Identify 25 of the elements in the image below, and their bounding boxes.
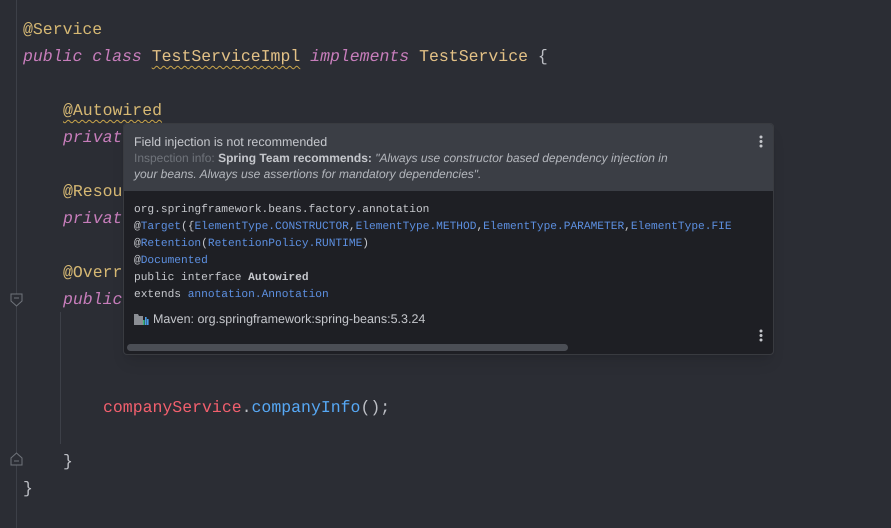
code-line: privat	[63, 127, 122, 149]
more-options-icon[interactable]	[759, 135, 763, 148]
code-line: @Autowired	[63, 100, 162, 122]
code-line: public	[63, 289, 122, 311]
code-line: @Resou	[63, 181, 122, 203]
fold-icon[interactable]	[10, 452, 23, 466]
code-line: privat	[63, 208, 122, 230]
library-icon	[134, 312, 149, 326]
more-options-icon[interactable]	[759, 329, 763, 342]
code-line: @Overr	[63, 262, 122, 284]
fold-icon[interactable]	[10, 293, 23, 307]
doc-line: org.springframework.beans.factory.annotation	[134, 202, 430, 218]
doc-line: public interface Autowired	[134, 270, 309, 286]
library-info: Maven: org.springframework:spring-beans:5.3.24	[153, 311, 426, 328]
code-line: }	[63, 451, 73, 473]
doc-line: @Target({ElementType.CONSTRUCTOR,ElementType.METHOD,ElementType.PARAMETER,ElementType.FIE	[134, 220, 732, 235]
horizontal-scrollbar[interactable]	[127, 344, 568, 351]
popup-title: Field injection is not recommended	[134, 134, 328, 150]
code-line: public class TestServiceImpl implements TestService {	[23, 46, 548, 68]
doc-line: @Documented	[134, 254, 208, 269]
code-line: @Service	[23, 19, 102, 41]
doc-line: extends annotation.Annotation	[134, 288, 329, 303]
doc-line: @Retention(RetentionPolicy.RUNTIME)	[134, 236, 370, 252]
code-line: companyService.companyInfo();	[103, 397, 390, 419]
code-line: }	[23, 478, 33, 500]
